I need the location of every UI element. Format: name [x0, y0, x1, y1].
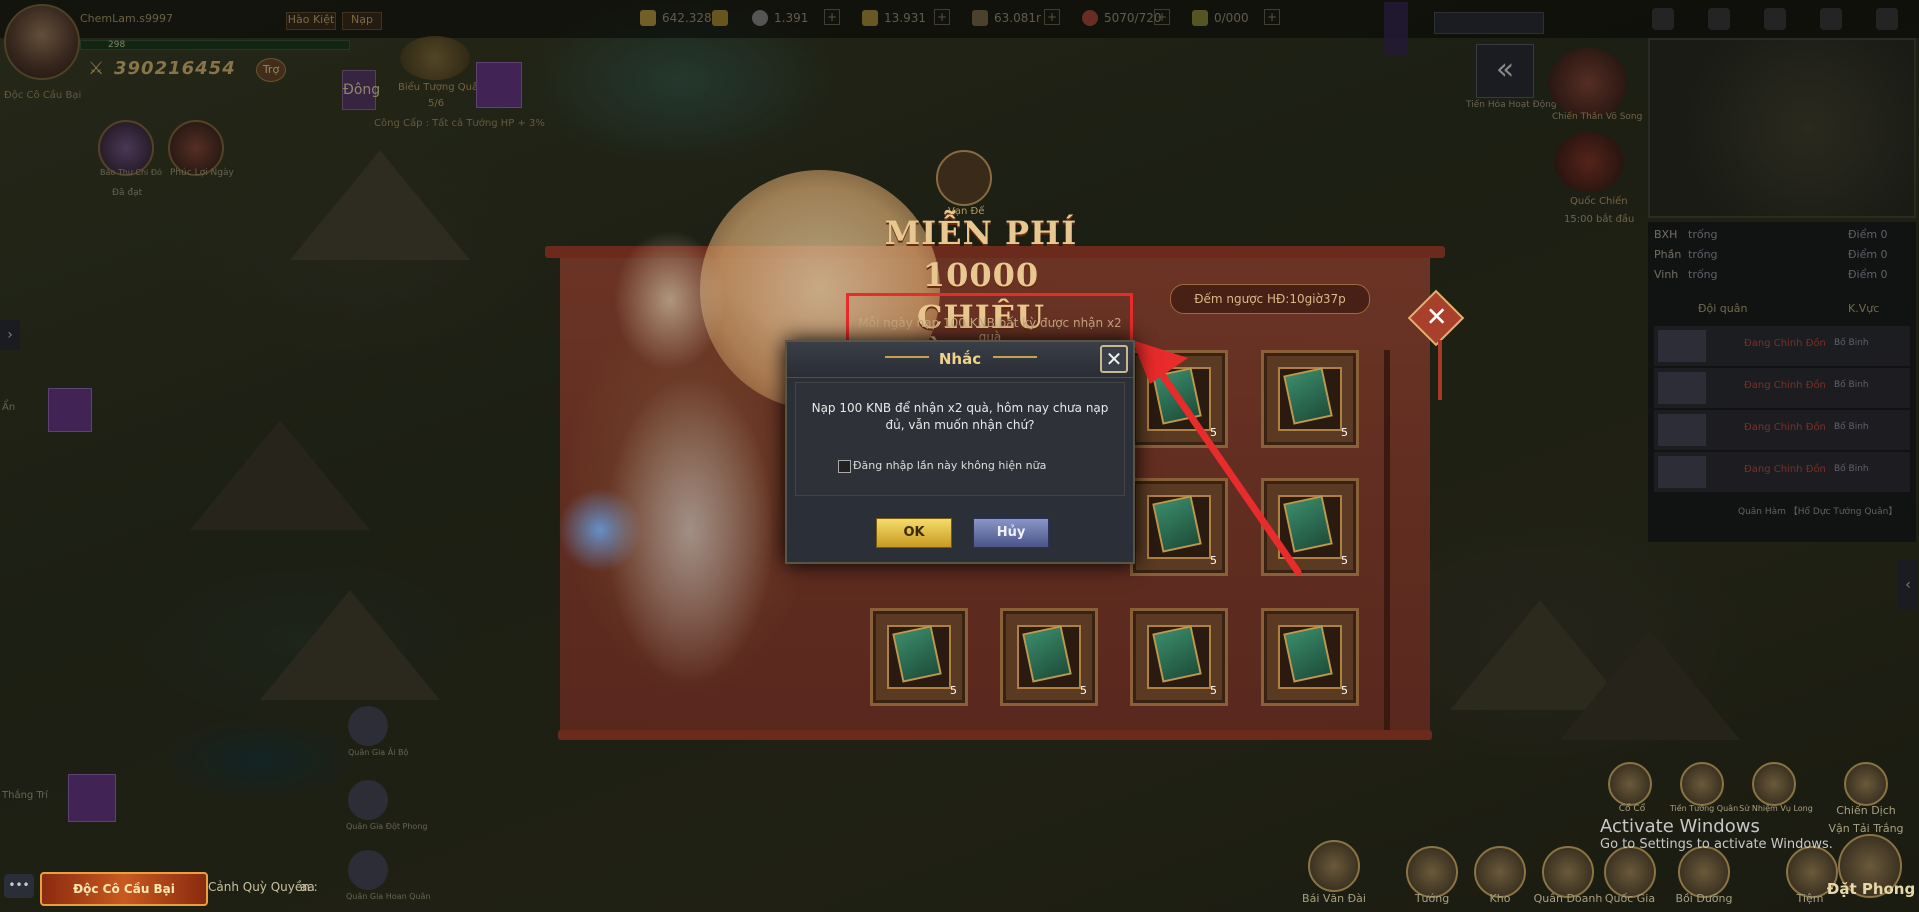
cancel-button[interactable]: Hủy	[973, 518, 1049, 548]
chien-dich-icon[interactable]	[1844, 762, 1888, 806]
gift-slot[interactable]: 5	[1000, 608, 1098, 706]
quoc-gia-icon[interactable]	[1604, 846, 1656, 898]
gift-slot[interactable]: 5	[870, 608, 968, 706]
boi-duong-icon[interactable]	[1678, 846, 1730, 898]
kho-icon[interactable]	[1474, 846, 1526, 898]
extra-label: Vận Tải Trắng	[1828, 822, 1904, 835]
ok-button[interactable]: OK	[876, 518, 952, 548]
arrow-shaft	[1148, 356, 1302, 576]
bai-van-dai-icon[interactable]	[1308, 840, 1360, 892]
dont-show-label: Đăng nhập lần này không hiện nữa	[853, 459, 1047, 472]
gift-slot[interactable]: 5	[1130, 608, 1228, 706]
event-countdown: Đếm ngược HĐ:10giờ37p	[1170, 284, 1370, 314]
nav-label: Quốc Gia	[1604, 892, 1656, 905]
red-arrow-annotation	[1132, 340, 1302, 576]
dialog-title: Nhắc	[938, 350, 982, 368]
nav-label: Đặt Phong	[1826, 880, 1916, 898]
confirm-dialog: Nhắc ✕ Nạp 100 KNB để nhận x2 quà, hôm n…	[785, 340, 1135, 564]
close-icon: ✕	[1105, 347, 1123, 371]
event-title-line-1: MIỄN PHÍ 10000	[884, 214, 1078, 294]
co-co-icon[interactable]	[1608, 762, 1652, 806]
tassel-decoration	[1438, 340, 1442, 400]
dont-show-checkbox[interactable]	[838, 460, 851, 473]
gift-slot[interactable]: 5	[1261, 608, 1359, 706]
windows-activation-watermark: Activate Windows Go to Settings to activ…	[1600, 816, 1833, 852]
dialog-message: Nạp 100 KNB để nhận x2 quà, hôm nay chưa…	[811, 401, 1109, 432]
chat-icon[interactable]: •••	[4, 874, 34, 898]
extra-label: Cổ Cổ	[1618, 804, 1646, 814]
close-icon: ✕	[1425, 302, 1448, 333]
nhiem-vu-long-icon[interactable]	[1752, 762, 1796, 806]
watermark-line-2: Go to Settings to activate Windows.	[1600, 837, 1833, 852]
tien-tuong-quan-icon[interactable]	[1680, 762, 1724, 806]
nav-label: Bái Văn Đài	[1302, 892, 1366, 905]
highlight-box	[846, 293, 1133, 343]
van-de-icon[interactable]	[936, 150, 992, 206]
tuong-icon[interactable]	[1406, 846, 1458, 898]
chat-name-badge[interactable]: Độc Cô Cầu Bại	[40, 872, 208, 906]
extra-label: Chiến Dịch	[1836, 804, 1896, 817]
extra-label: Sử Nhiệm Vụ Long	[1739, 804, 1813, 813]
scrollbar[interactable]	[1384, 350, 1390, 730]
watermark-line-1: Activate Windows	[1600, 816, 1760, 837]
nav-label: Bồi Dưỡng	[1675, 892, 1733, 905]
dialog-close-button[interactable]: ✕	[1100, 345, 1128, 373]
quan-doanh-icon[interactable]	[1542, 846, 1594, 898]
extra-label: Tiền Tướng Quân	[1669, 804, 1739, 813]
canh-quy-value: aa	[300, 880, 315, 894]
event-base-decoration	[558, 730, 1432, 740]
